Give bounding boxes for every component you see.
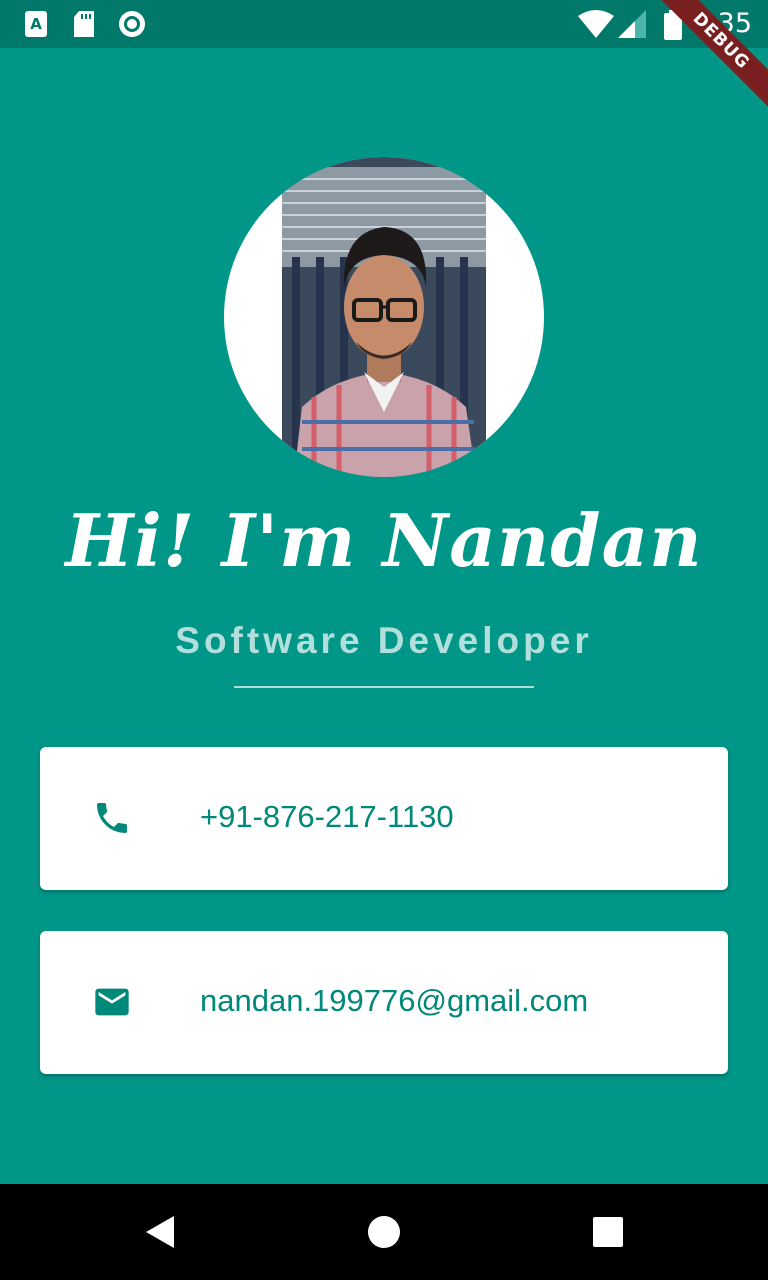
divider bbox=[234, 686, 534, 688]
navigation-bar bbox=[0, 1184, 768, 1280]
phone-number: +91-876-217-1130 bbox=[200, 799, 454, 834]
profile-photo bbox=[282, 157, 486, 477]
email-card[interactable]: nandan.199776@gmail.com bbox=[40, 931, 728, 1074]
record-icon bbox=[118, 10, 146, 42]
recents-icon[interactable] bbox=[578, 1202, 638, 1262]
avatar bbox=[224, 157, 544, 477]
profile-name: Hi! I'm Nandan bbox=[65, 498, 703, 583]
email-address: nandan.199776@gmail.com bbox=[200, 983, 589, 1018]
phone-card[interactable]: +91-876-217-1130 bbox=[40, 747, 728, 890]
signal-icon bbox=[618, 10, 648, 42]
svg-text:A: A bbox=[30, 15, 42, 33]
mail-icon bbox=[92, 982, 132, 1022]
back-icon[interactable] bbox=[130, 1202, 190, 1262]
phone-icon bbox=[92, 798, 132, 838]
status-bar: A 4:35 bbox=[0, 0, 768, 48]
wifi-icon bbox=[578, 10, 614, 42]
home-icon[interactable] bbox=[354, 1202, 414, 1262]
profile-role: Software Developer bbox=[175, 620, 593, 661]
text-a-icon: A bbox=[24, 10, 48, 42]
sd-card-icon bbox=[72, 10, 96, 42]
